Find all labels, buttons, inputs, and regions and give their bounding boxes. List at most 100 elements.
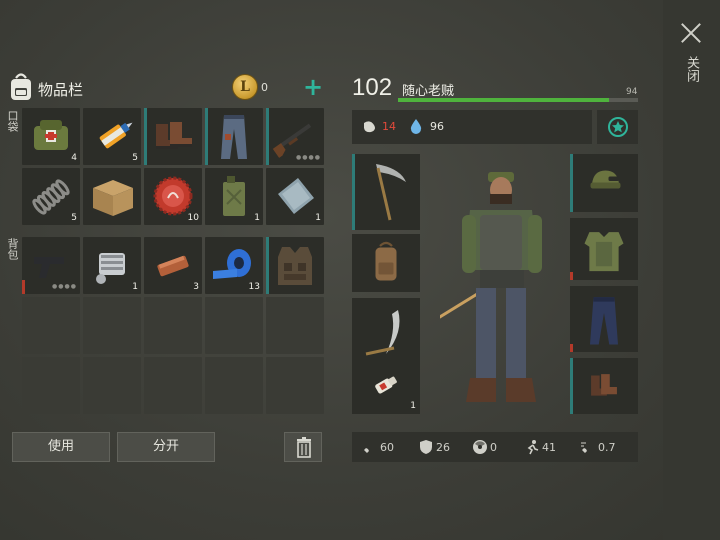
inventory-slot[interactable]: 5 <box>22 168 80 225</box>
body-slot[interactable] <box>570 218 638 280</box>
backpack-icon <box>375 241 397 281</box>
backpack-icon <box>11 73 31 100</box>
close-icon[interactable] <box>678 20 704 46</box>
empty-slot[interactable] <box>83 357 141 414</box>
coin-count: 0 <box>261 81 268 94</box>
running-man-icon <box>527 440 539 455</box>
inventory-slot[interactable]: 1 <box>205 168 263 225</box>
water-drop-icon <box>410 119 422 134</box>
durability-mark <box>570 344 573 352</box>
pockets-label: 口袋 <box>6 110 19 132</box>
use-button[interactable]: 使用 <box>12 432 110 462</box>
inventory-slot[interactable]: ●●●● <box>22 237 80 294</box>
spring-icon <box>32 179 70 215</box>
slot-count: 1 <box>315 213 321 223</box>
inventory-slot[interactable]: 1 <box>266 168 324 225</box>
durability-dots: ●●●● <box>296 154 321 161</box>
metal-sheet-icon <box>278 178 314 214</box>
copper-bar-icon <box>157 255 189 277</box>
defense-value: 26 <box>436 440 450 454</box>
food-value: 14 <box>382 120 396 133</box>
inventory-title: 物品栏 <box>38 81 84 99</box>
star-icon <box>608 117 628 137</box>
coin-icon: L <box>232 74 258 100</box>
empty-slot[interactable] <box>83 297 141 354</box>
boots-icon <box>156 122 192 149</box>
favorite-button[interactable] <box>597 110 638 144</box>
slot-count: 1 <box>254 213 260 223</box>
inventory-slot[interactable]: 10 <box>144 168 202 225</box>
empty-slot[interactable] <box>266 297 324 354</box>
weapon-slot[interactable] <box>352 154 420 230</box>
defense-stat: 26 <box>418 439 450 455</box>
durability-dots: ●●●● <box>52 283 77 290</box>
inventory-slot[interactable]: 5 <box>83 108 141 165</box>
slot-count: 10 <box>187 213 199 223</box>
empty-slot[interactable] <box>144 357 202 414</box>
trash-button[interactable] <box>284 432 322 462</box>
inventory-slot[interactable] <box>266 237 324 294</box>
equipped-mark <box>266 108 269 165</box>
combat-stats-bar: 60 26 0 41 0.7 <box>352 432 638 462</box>
trash-icon <box>297 437 311 458</box>
equipped-mark <box>570 154 573 212</box>
empty-slot[interactable] <box>266 357 324 414</box>
boots-icon <box>591 374 617 396</box>
camo-hat-icon <box>590 170 621 189</box>
inventory-slot[interactable] <box>205 108 263 165</box>
glue-tube-icon <box>99 122 133 149</box>
feet-slot[interactable] <box>570 358 638 414</box>
split-button[interactable]: 分开 <box>117 432 215 462</box>
pockets-grid: 4 5 ●●●● 5 10 1 1 <box>22 108 324 225</box>
inventory-slot[interactable] <box>144 108 202 165</box>
character-model <box>440 172 542 402</box>
inventory-slot[interactable]: ●●●● <box>266 108 324 165</box>
empty-slot[interactable] <box>205 357 263 414</box>
backpack-slot[interactable] <box>352 234 420 292</box>
speed-stat: 41 <box>524 439 556 455</box>
slot-count: 1 <box>132 282 138 292</box>
legs-slot[interactable] <box>570 286 638 352</box>
empty-slot[interactable] <box>22 297 80 354</box>
inventory-slot[interactable] <box>83 168 141 225</box>
durability-mark <box>22 280 25 294</box>
inventory-slot[interactable]: 3 <box>144 237 202 294</box>
empty-slot[interactable] <box>205 297 263 354</box>
health-bar <box>398 98 638 102</box>
engine-part-icon <box>96 253 125 284</box>
stomach-icon <box>364 121 375 133</box>
inventory-slot[interactable]: 1 <box>83 237 141 294</box>
durability-mark <box>570 272 573 280</box>
add-coins-button[interactable]: + <box>303 74 323 100</box>
consumable-slot[interactable]: 1 <box>352 358 420 414</box>
water-value: 96 <box>430 120 444 133</box>
pants-icon <box>221 115 247 159</box>
close-label[interactable]: 关闭 <box>683 56 699 82</box>
empty-slot[interactable] <box>144 297 202 354</box>
equipped-mark <box>570 358 573 414</box>
bandage-pills-icon <box>375 376 397 394</box>
scythe-blade-icon <box>376 164 406 221</box>
equipped-mark <box>144 108 147 165</box>
shield-icon <box>420 440 432 454</box>
slot-count: 4 <box>71 153 77 163</box>
inventory-header: 物品栏 L 0 + <box>8 72 330 104</box>
head-slot[interactable] <box>570 154 638 212</box>
inventory-slot[interactable]: 13 <box>205 237 263 294</box>
speed-value: 41 <box>542 440 556 454</box>
fast-sword-icon <box>581 441 594 453</box>
empty-slot[interactable] <box>22 357 80 414</box>
inventory-slot[interactable]: 4 <box>22 108 80 165</box>
attack-value: 60 <box>380 440 394 454</box>
equipped-mark <box>266 237 269 294</box>
cardboard-box-icon <box>93 180 133 216</box>
fuel-can-icon <box>223 176 245 216</box>
backpack-label: 背包 <box>6 238 19 260</box>
player-name: 随心老贼 <box>402 84 455 99</box>
jeans-icon <box>590 297 618 345</box>
slot-count: 5 <box>132 153 138 163</box>
slot-count: 13 <box>248 282 260 292</box>
attack-stat: 60 <box>362 439 394 455</box>
radiation-stat: 0 <box>472 439 497 455</box>
radiation-value: 0 <box>490 440 497 454</box>
